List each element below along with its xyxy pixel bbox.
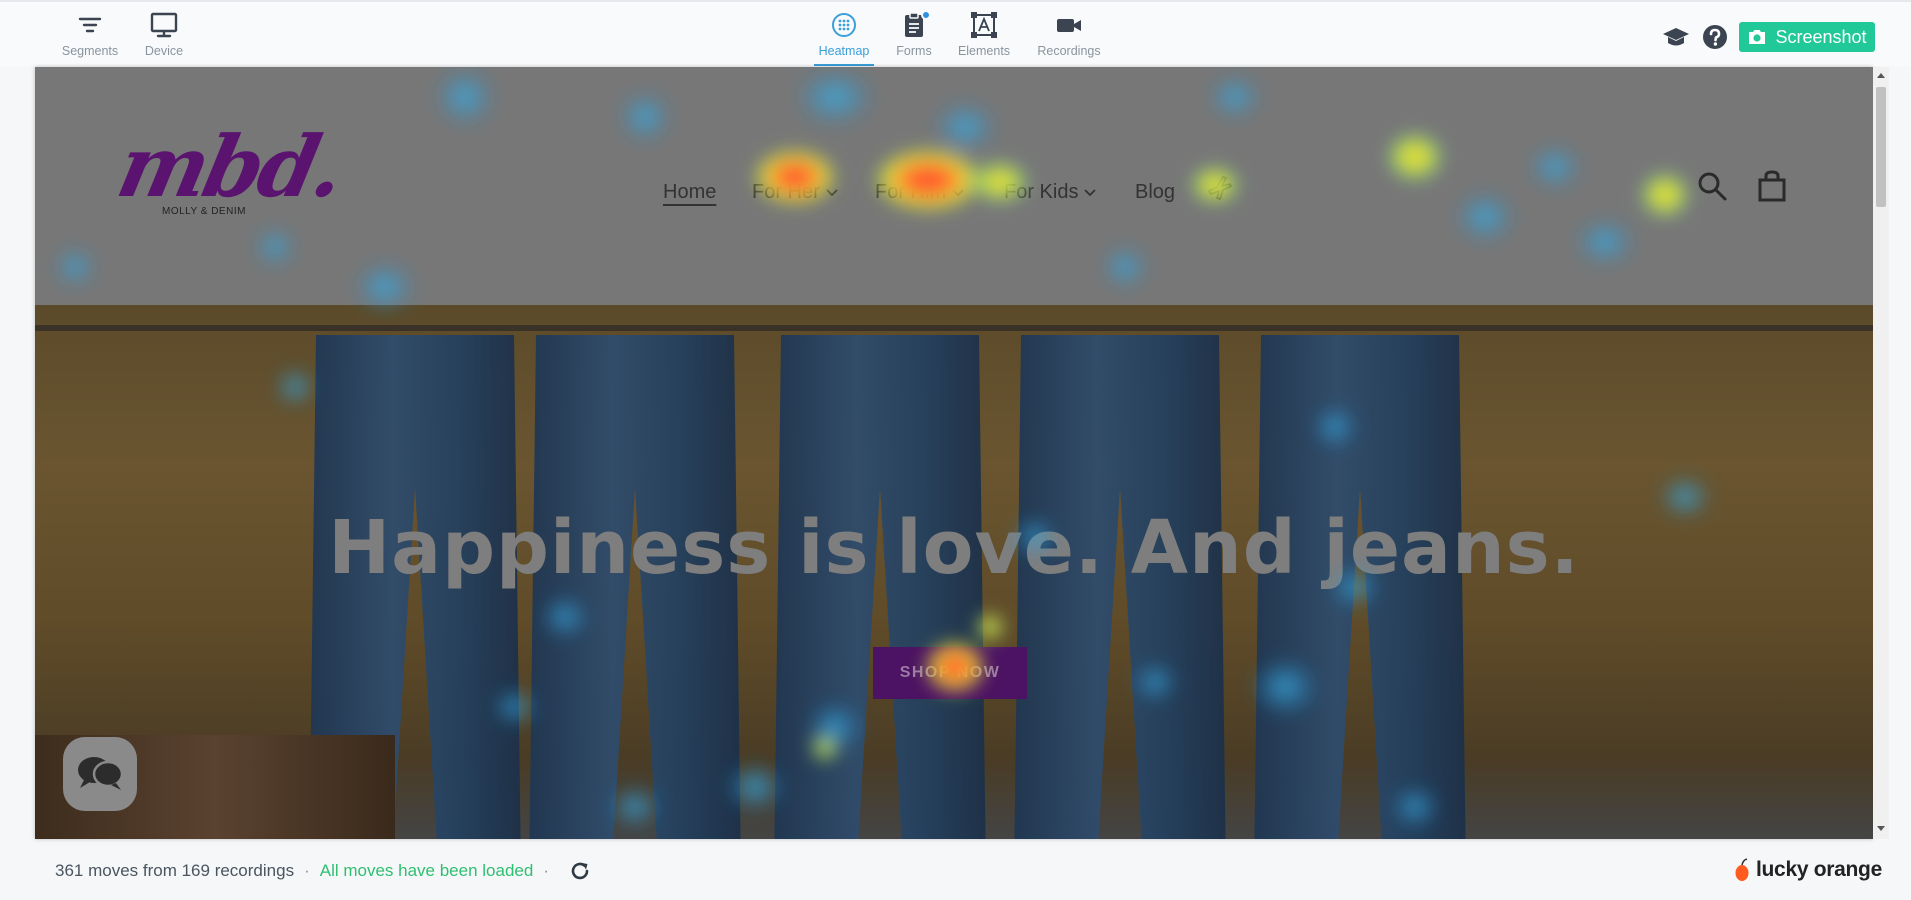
video-camera-icon <box>1057 19 1081 32</box>
tab-recordings[interactable]: Recordings <box>1027 10 1111 58</box>
monitor-icon <box>150 12 178 38</box>
clothesline <box>35 325 1873 331</box>
search-icon[interactable] <box>1695 169 1729 203</box>
graduation-cap-icon[interactable] <box>1661 22 1691 52</box>
status-bar: 361 moves from 169 recordings · All move… <box>55 860 591 882</box>
lucky-orange-logo: lucky orange <box>1734 858 1882 882</box>
tab-elements[interactable]: Elements <box>942 10 1026 58</box>
nav-for-her[interactable]: For Her <box>752 181 838 204</box>
nav-blog[interactable]: Blog <box>1135 181 1175 204</box>
status-separator: · <box>304 861 310 880</box>
heatmap-icon <box>832 13 856 37</box>
help-icon[interactable] <box>1700 22 1730 52</box>
segments-tool[interactable]: Segments <box>48 10 132 58</box>
hero-banner: Happiness is love. And jeans. SHOP NOW <box>35 305 1873 839</box>
filter-icon <box>78 17 102 33</box>
screenshot-button[interactable]: Screenshot <box>1739 22 1875 52</box>
segments-label: Segments <box>61 44 119 58</box>
scroll-down-arrow-icon[interactable] <box>1876 825 1886 833</box>
site-preview-frame[interactable]: mbd. MOLLY & DENIM Home For Her For Him … <box>35 67 1873 839</box>
heatmap-toolbar: Segments Device Heatmap Forms Elements R… <box>0 0 1911 66</box>
chat-bubbles-icon <box>78 757 124 790</box>
moves-count: 361 moves from 169 recordings <box>55 861 295 880</box>
nav-home[interactable]: Home <box>663 181 716 204</box>
airplane-icon[interactable] <box>1205 173 1235 203</box>
elements-label: Elements <box>957 44 1011 58</box>
loaded-status: All moves have been loaded <box>319 861 534 880</box>
refresh-icon[interactable] <box>569 860 591 882</box>
orange-fruit-icon <box>1735 858 1749 881</box>
shopping-bag-icon[interactable] <box>1755 169 1789 203</box>
forms-label: Forms <box>896 44 932 58</box>
nav-for-kids-label: For Kids <box>1004 181 1079 203</box>
nav-for-him[interactable]: For Him <box>875 181 964 204</box>
nav-blog-label: Blog <box>1135 181 1176 203</box>
shop-now-button[interactable]: SHOP NOW <box>873 647 1027 699</box>
site-nav: Home For Her For Him For Kids Blog <box>35 173 1873 213</box>
chevron-down-icon <box>826 188 838 196</box>
screenshot-label: Screenshot <box>1775 26 1867 47</box>
heatmap-label: Heatmap <box>818 44 870 58</box>
status-separator: · <box>543 861 549 880</box>
camera-icon <box>1749 30 1766 44</box>
nav-for-kids[interactable]: For Kids <box>1004 181 1097 204</box>
hero-headline: Happiness is love. And jeans. <box>328 505 1580 591</box>
preview-scrollbar[interactable] <box>1873 67 1889 839</box>
chevron-down-icon <box>1084 188 1097 196</box>
chevron-down-icon <box>952 188 964 196</box>
element-frame-icon <box>971 12 997 38</box>
nav-home-label: Home <box>663 181 717 203</box>
scroll-up-arrow-icon[interactable] <box>1876 71 1886 79</box>
brand-name: lucky orange <box>1756 858 1882 881</box>
site-header: mbd. MOLLY & DENIM Home For Her For Him … <box>35 67 1873 305</box>
chat-widget-button[interactable] <box>63 737 137 811</box>
scrollbar-thumb[interactable] <box>1876 87 1886 207</box>
nav-for-her-label: For Her <box>752 181 820 203</box>
device-tool[interactable]: Device <box>122 10 206 58</box>
device-label: Device <box>144 44 184 58</box>
recordings-label: Recordings <box>1037 44 1101 58</box>
nav-for-him-label: For Him <box>875 181 947 203</box>
forms-notification-badge <box>921 10 931 20</box>
